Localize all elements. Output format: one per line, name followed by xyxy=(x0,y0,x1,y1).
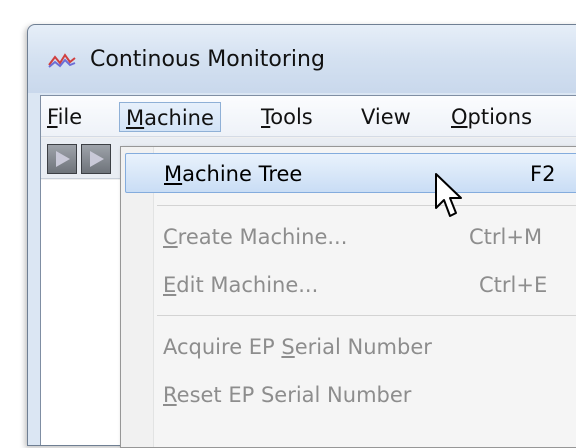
window-title: Continous Monitoring xyxy=(90,47,325,72)
shortcut-label: Ctrl+M xyxy=(469,225,543,249)
shortcut-label: Ctrl+E xyxy=(479,273,548,297)
title-bar[interactable]: Continous Monitoring xyxy=(28,25,576,93)
menu-item-machine-tree[interactable]: Machine Tree F2 xyxy=(125,153,576,193)
menu-options[interactable]: Options xyxy=(451,102,532,132)
menu-bar: File Machine Tools View Options xyxy=(41,96,576,137)
menu-separator xyxy=(157,315,576,316)
tree-panel xyxy=(41,180,122,445)
mouse-cursor-icon xyxy=(435,173,462,217)
menu-item-acquire-serial[interactable]: Acquire EP Serial Number xyxy=(125,327,576,367)
menu-item-reset-serial[interactable]: Reset EP Serial Number xyxy=(125,375,576,415)
menu-file[interactable]: File xyxy=(47,102,82,132)
menu-separator xyxy=(157,205,576,206)
menu-item-create-machine[interactable]: Create Machine... Ctrl+M xyxy=(125,217,576,257)
toolbar-button-2[interactable] xyxy=(81,144,111,174)
menu-item-edit-machine[interactable]: Edit Machine... Ctrl+E xyxy=(125,265,576,305)
chart-line-icon xyxy=(48,53,76,68)
play-button[interactable] xyxy=(47,144,77,174)
menu-tools[interactable]: Tools xyxy=(261,102,313,132)
menu-view[interactable]: View xyxy=(361,102,411,132)
machine-menu-dropdown: Machine Tree F2 Create Machine... Ctrl+M… xyxy=(120,146,576,448)
shortcut-label: F2 xyxy=(530,162,556,186)
menu-machine[interactable]: Machine xyxy=(119,102,221,132)
